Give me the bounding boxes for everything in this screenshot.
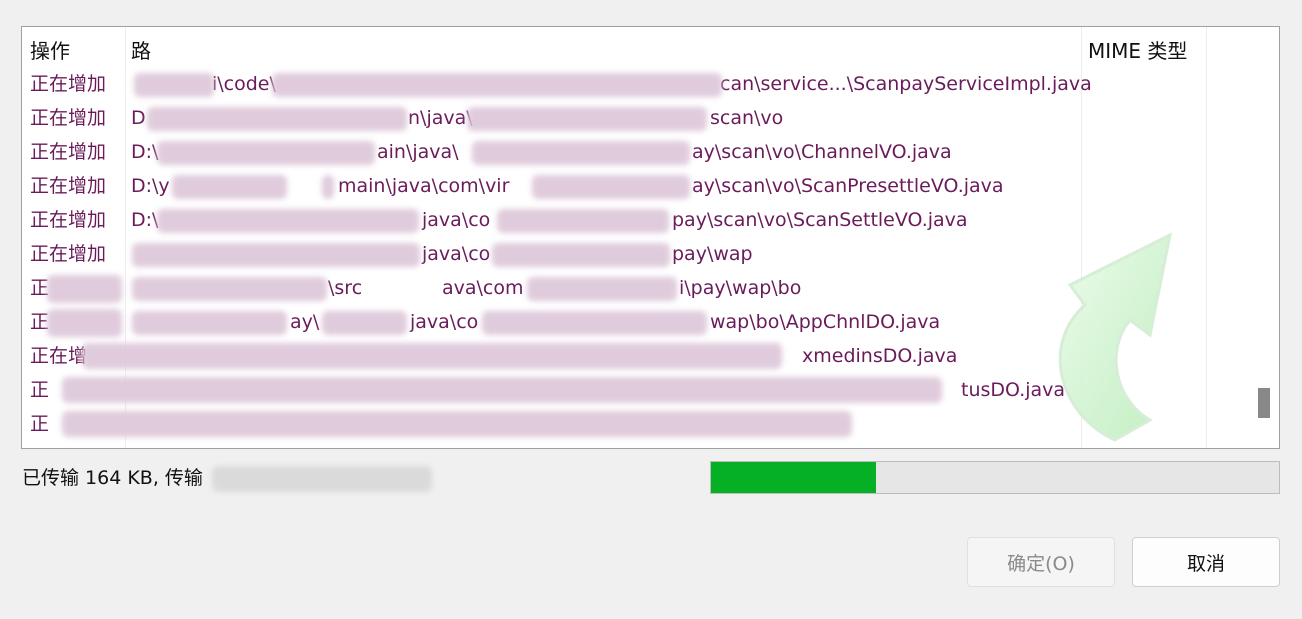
path-cell-start: D:\	[131, 209, 159, 231]
ok-button[interactable]: 确定(O)	[967, 537, 1115, 587]
redacted-region	[322, 311, 407, 335]
column-header-operation[interactable]: 操作	[30, 35, 70, 64]
redacted-region	[132, 243, 420, 267]
redacted-region	[472, 141, 690, 165]
column-header-mime[interactable]: MIME 类型	[1088, 35, 1187, 64]
path-cell-part: ay\	[290, 311, 320, 333]
redacted-region	[134, 73, 214, 97]
path-cell-part: java\co	[422, 209, 491, 231]
operation-cell: 正在增加	[30, 107, 107, 129]
operation-cell: 正	[30, 413, 50, 435]
redacted-region	[482, 311, 707, 335]
operation-cell: 正在增加	[30, 175, 107, 197]
path-cell-start: D:\y	[131, 175, 170, 197]
redacted-region	[62, 377, 942, 403]
redacted-region	[157, 141, 375, 165]
path-cell-part: n\java\	[408, 107, 473, 129]
redacted-region	[132, 277, 327, 301]
operation-cell: 正	[30, 379, 50, 401]
path-cell-tail: tusDO.java	[961, 379, 1066, 401]
operation-cell: 正在增加	[30, 141, 107, 163]
redacted-region	[82, 343, 782, 369]
path-cell-tail: pay\wap	[672, 243, 753, 265]
path-cell-part: main\java\com\vir	[338, 175, 510, 197]
path-cell-tail: can\service...\ScanpayServiceImpl.java	[720, 73, 1092, 95]
redacted-region	[172, 175, 287, 199]
path-cell-tail: ay\scan\vo\ChannelVO.java	[692, 141, 952, 163]
redacted-region	[527, 277, 677, 301]
transfer-progress-bar	[710, 461, 1280, 494]
redacted-region	[147, 107, 407, 131]
path-cell-part: java\co	[422, 243, 491, 265]
vertical-scrollbar[interactable]	[1249, 27, 1279, 448]
path-cell-part: ain\java\	[377, 141, 459, 163]
redacted-region	[497, 209, 669, 233]
file-transfer-list[interactable]: 操作 路 MIME 类型 正在增加 i\code\ can\service...…	[21, 26, 1280, 449]
path-cell-tail: ava\com	[442, 277, 524, 299]
redacted-region	[532, 175, 690, 199]
redacted-region	[47, 309, 122, 337]
path-cell-tail: pay\scan\vo\ScanSettleVO.java	[672, 209, 968, 231]
cancel-button[interactable]: 取消	[1132, 537, 1280, 587]
path-cell-tail: ay\scan\vo\ScanPresettleVO.java	[692, 175, 1004, 197]
path-cell-tail: scan\vo	[710, 107, 784, 129]
redacted-region	[47, 275, 122, 303]
redacted-region	[157, 209, 419, 233]
operation-cell: 正在增加	[30, 73, 107, 95]
operation-cell: 正在增加	[30, 243, 107, 265]
column-header-path[interactable]: 路	[131, 35, 151, 64]
redacted-region	[467, 107, 707, 131]
redacted-region	[272, 73, 722, 97]
redacted-region	[132, 311, 287, 335]
path-cell-start: D:\	[131, 141, 159, 163]
progress-fill	[711, 462, 876, 493]
path-cell-tail: wap\bo\AppChnlDO.java	[710, 311, 941, 333]
path-cell-tail: xmedinsDO.java	[802, 345, 958, 367]
operation-cell: 正在增加	[30, 209, 107, 231]
redacted-region	[492, 243, 670, 267]
scrollbar-thumb[interactable]	[1258, 388, 1270, 418]
path-cell-tail: java\co	[410, 311, 479, 333]
redacted-region	[322, 175, 334, 199]
transfer-status-text: 已传输 164 KB, 传输	[22, 467, 203, 489]
path-cell-tail: i\pay\wap\bo	[679, 277, 802, 299]
redacted-region	[212, 466, 432, 492]
path-cell-part: \src	[328, 277, 363, 299]
path-cell-start: D	[131, 107, 146, 129]
path-cell-part: i\code\	[212, 73, 276, 95]
operation-cell: 正在增	[30, 345, 88, 367]
redacted-region	[62, 411, 852, 437]
